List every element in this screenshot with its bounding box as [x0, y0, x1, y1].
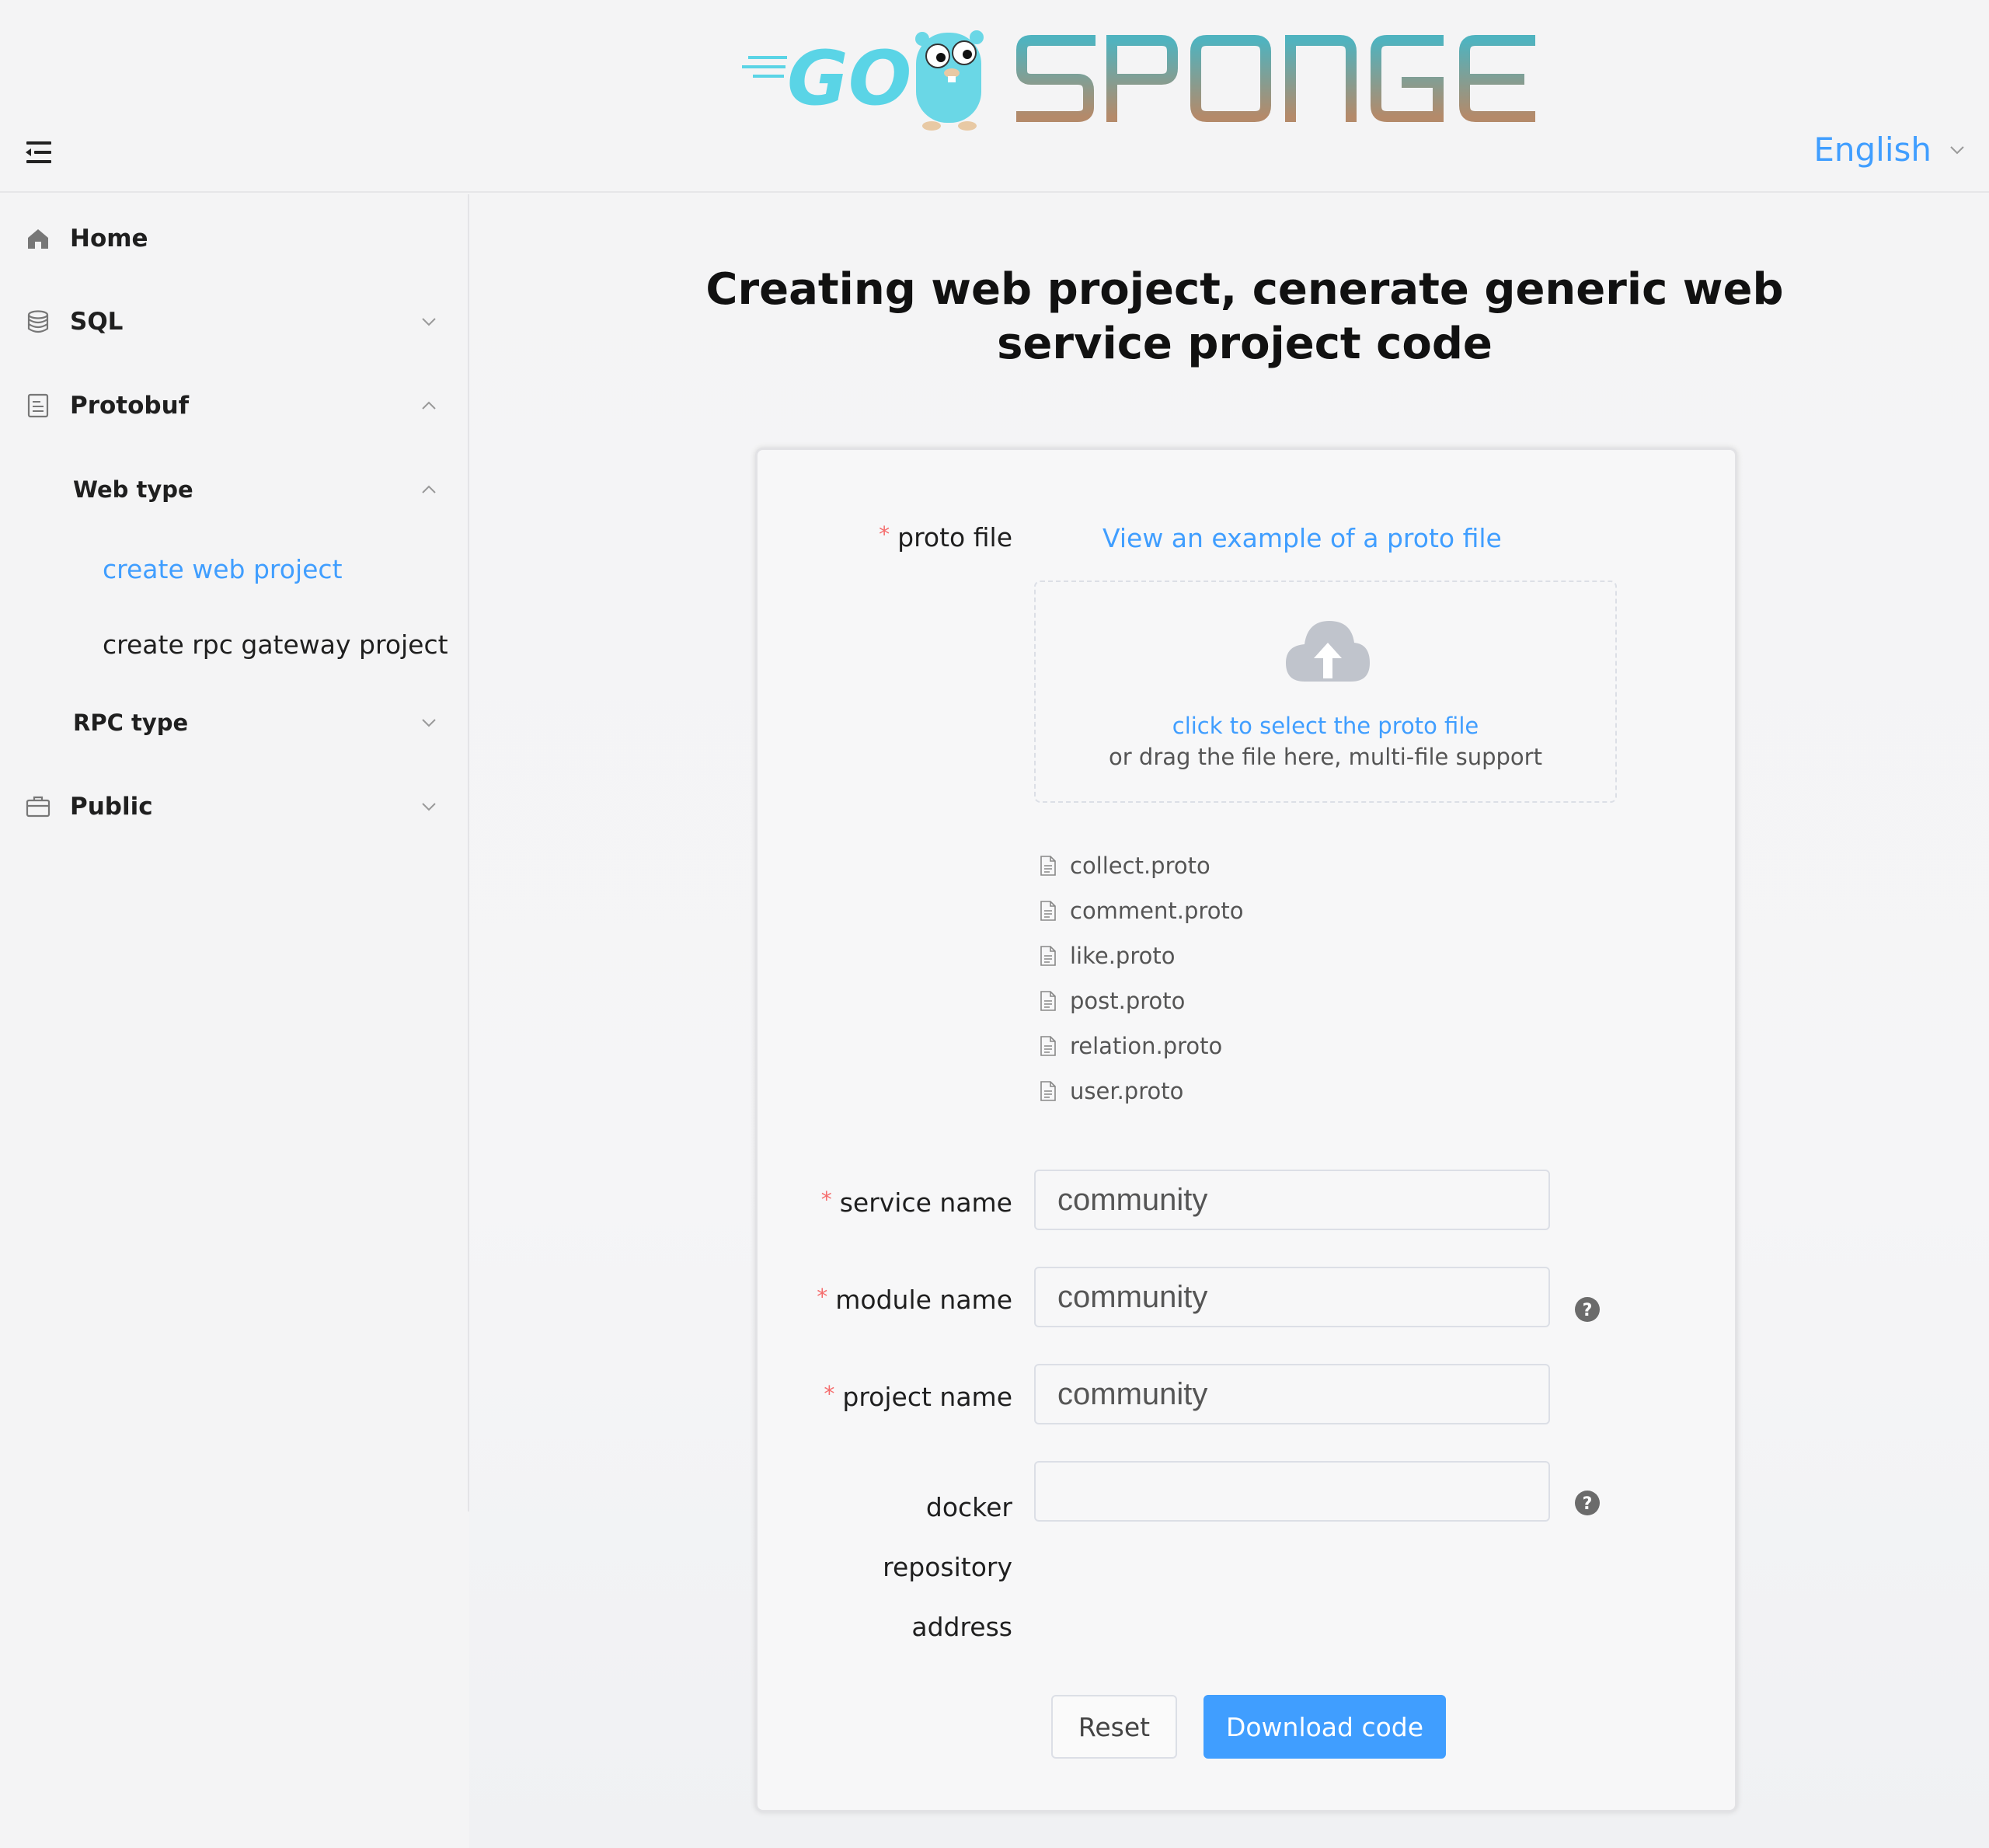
- chevron-down-icon: [1950, 145, 1964, 154]
- question-circle-icon[interactable]: ?: [1574, 1490, 1601, 1516]
- module-name-input[interactable]: community: [1034, 1267, 1550, 1327]
- service-name-input[interactable]: community: [1034, 1170, 1550, 1230]
- proto-example-link[interactable]: View an example of a proto file: [1102, 523, 1502, 553]
- file-list-item[interactable]: user.proto: [1039, 1069, 1244, 1114]
- file-icon: [1040, 1081, 1056, 1101]
- chevron-down-icon: [422, 719, 436, 727]
- database-icon: [27, 310, 49, 333]
- file-name: user.proto: [1070, 1078, 1184, 1104]
- project-name-label: * project name: [824, 1381, 1012, 1412]
- file-icon: [1040, 946, 1056, 966]
- sidebar-item-create-web-project[interactable]: create web project: [0, 534, 466, 604]
- reset-button[interactable]: Reset: [1051, 1695, 1177, 1759]
- home-icon: [28, 229, 48, 249]
- sidebar-item-label: create rpc gateway project: [103, 629, 448, 660]
- proto-upload-dropzone[interactable]: click to select the proto file or drag t…: [1034, 581, 1617, 803]
- sponge-logo: GO: [742, 30, 1535, 131]
- download-code-button[interactable]: Download code: [1204, 1695, 1446, 1759]
- menu-collapse-icon[interactable]: [23, 138, 54, 166]
- file-name: relation.proto: [1070, 1033, 1223, 1059]
- upload-hint-text: or drag the file here, multi-file suppor…: [1109, 744, 1542, 770]
- sidebar-item-rpc-type[interactable]: RPC type: [0, 688, 466, 758]
- service-name-label: * service name: [820, 1187, 1012, 1218]
- sidebar-item-label: Public: [70, 793, 153, 821]
- sidebar-item-sql[interactable]: SQL: [0, 287, 466, 357]
- project-form-card: * proto file View an example of a proto f…: [755, 448, 1737, 1812]
- main-content: Creating web project, cenerate generic w…: [469, 194, 1989, 1848]
- file-list-item[interactable]: relation.proto: [1039, 1023, 1244, 1069]
- file-icon: [1040, 991, 1056, 1011]
- sidebar-item-label: SQL: [70, 308, 124, 336]
- svg-text:GO: GO: [787, 35, 911, 122]
- file-icon: [1040, 901, 1056, 921]
- docker-repository-input[interactable]: [1034, 1461, 1550, 1522]
- page-title: Creating web project, cenerate generic w…: [469, 263, 1989, 371]
- language-selector[interactable]: English: [1813, 131, 1966, 169]
- sidebar-item-web-type[interactable]: Web type: [0, 455, 466, 525]
- chevron-up-icon: [422, 485, 436, 493]
- document-icon: [27, 393, 49, 418]
- page-title-line: service project code: [997, 319, 1493, 369]
- app-header: GO English: [0, 0, 1989, 193]
- svg-text:?: ?: [1583, 1494, 1593, 1514]
- sidebar-item-label: create web project: [103, 553, 343, 584]
- sidebar-item-label: Protobuf: [70, 392, 190, 420]
- required-asterisk: *: [879, 521, 890, 547]
- sidebar-item-protobuf[interactable]: Protobuf: [0, 371, 466, 441]
- briefcase-icon: [26, 796, 51, 818]
- uploaded-file-list: collect.proto comment.proto like.proto p…: [1039, 843, 1244, 1114]
- language-label: English: [1813, 131, 1932, 169]
- file-name: comment.proto: [1070, 898, 1244, 924]
- file-icon: [1040, 856, 1056, 876]
- module-name-label: * module name: [817, 1284, 1012, 1315]
- sidebar-item-public[interactable]: Public: [0, 772, 466, 842]
- file-list-item[interactable]: post.proto: [1039, 978, 1244, 1023]
- sidebar-item-label: Web type: [73, 476, 193, 503]
- proto-file-label: * proto file: [879, 521, 1012, 553]
- file-list-item[interactable]: comment.proto: [1039, 888, 1244, 933]
- file-list-item[interactable]: like.proto: [1039, 933, 1244, 978]
- required-asterisk: *: [820, 1187, 832, 1212]
- sidebar-item-label: Home: [70, 225, 148, 253]
- file-icon: [1040, 1036, 1056, 1056]
- cloud-upload-icon: [1286, 621, 1370, 682]
- sidebar-item-label: RPC type: [73, 710, 189, 736]
- sidebar-item-create-rpc-gateway-project[interactable]: create rpc gateway project: [0, 609, 466, 679]
- sidebar-item-home[interactable]: Home: [0, 204, 466, 274]
- page-title-line: Creating web project, cenerate generic w…: [705, 264, 1784, 315]
- file-name: like.proto: [1070, 943, 1176, 969]
- file-name: post.proto: [1070, 988, 1186, 1014]
- upload-click-text: click to select the proto file: [1172, 713, 1479, 739]
- file-name: collect.proto: [1070, 853, 1210, 879]
- docker-repository-label: docker repository address: [883, 1492, 1012, 1642]
- required-asterisk: *: [817, 1284, 828, 1309]
- project-name-input[interactable]: community: [1034, 1364, 1550, 1424]
- svg-text:?: ?: [1583, 1301, 1593, 1320]
- required-asterisk: *: [824, 1381, 835, 1407]
- sidebar-menu: Home SQL Protobuf Web type create web pr…: [0, 194, 469, 1512]
- chevron-up-icon: [422, 401, 436, 410]
- chevron-down-icon: [422, 318, 436, 326]
- chevron-down-icon: [422, 803, 436, 811]
- question-circle-icon[interactable]: ?: [1574, 1296, 1601, 1323]
- file-list-item[interactable]: collect.proto: [1039, 843, 1244, 888]
